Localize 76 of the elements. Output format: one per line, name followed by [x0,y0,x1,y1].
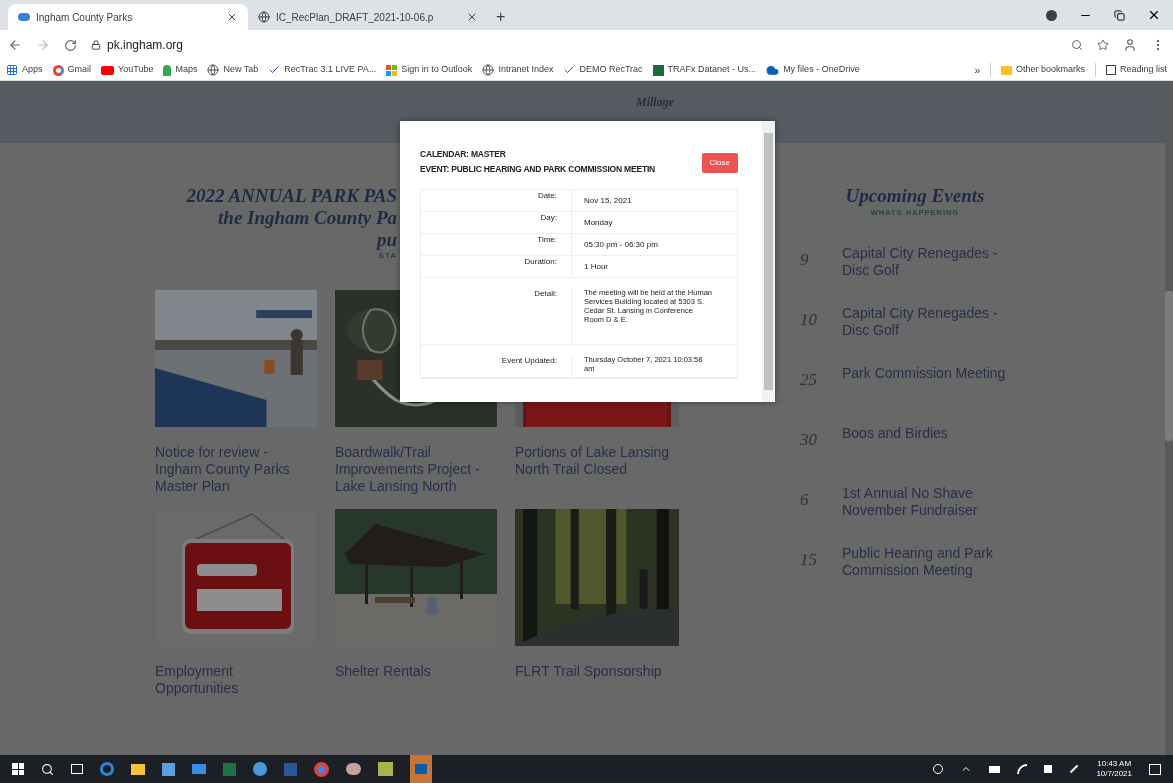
event-day: 6 [800,491,809,509]
star-icon[interactable] [1097,39,1109,51]
event-day: 30 [800,431,817,449]
bookmark-link[interactable]: Maps [163,63,198,77]
bookmark-link[interactable]: My files - OneDrive [766,63,860,77]
avatar-icon[interactable] [1123,38,1137,52]
overflow-button[interactable]: » [974,62,980,78]
notification-icon[interactable] [1149,763,1161,775]
row-value: Nov 15, 2021 [583,194,632,207]
tab-title: Ingham County Parks [36,10,134,25]
dialog-scrollbar[interactable] [762,121,775,402]
bookmark-link[interactable]: DEMO RecTrac [563,63,643,77]
list-icon [1105,65,1116,75]
row-value: 05:30 pm - 06:30 pm [583,238,658,251]
row-label: Time: [421,234,572,255]
event-day: 15 [800,551,817,569]
heading-text: the Ingham County Pa [218,207,397,229]
bookmark-link[interactable]: Sign in to Outlook [386,63,473,77]
row-value: Monday [583,216,613,229]
restore-icon[interactable] [1114,9,1125,21]
events-title: Upcoming Events [845,185,985,207]
bookmark-link[interactable]: New Tab [207,63,259,77]
windows-icon [386,64,398,76]
event-day: 25 [800,371,817,389]
video-icon [101,65,115,75]
row-label: Detail: [421,288,572,344]
heading-text: pu [376,229,397,251]
url-text: pk.ingham.org [107,37,184,54]
bookmark-link[interactable]: RecTrac 3.1 LIVE PA... [268,63,377,77]
bookmark-link[interactable]: Gmail [52,63,92,77]
browser-tab[interactable]: Ingham County Parks [8,4,248,30]
event-day: 9 [800,251,809,269]
apps-icon [6,64,18,76]
close-icon[interactable] [466,11,478,23]
reading-list-button[interactable]: Reading list [1105,63,1167,77]
bookmark-link[interactable]: Intranet Index [482,63,554,77]
row-label: Date: [421,190,572,211]
lock-icon [91,40,101,50]
reload-icon[interactable] [64,38,77,52]
heading-text: 2022 ANNUAL PARK PAS [186,185,397,207]
row-label: Event Updated: [421,355,572,377]
clock[interactable]: 10:43 AM 10/7/2021 [1096,759,1132,779]
close-icon[interactable] [1147,8,1161,22]
row-label: Day: [421,212,572,233]
battery-icon[interactable] [989,765,1001,773]
chrome-icon[interactable] [314,761,329,777]
task-view-icon[interactable] [71,764,83,774]
bookmark-link[interactable]: Apps [6,63,43,77]
calendar-title: CALENDAR: MASTER [420,148,507,161]
event-title: EVENT: PUBLIC HEARING AND PARK COMMISSION MEETIN [420,163,656,176]
bookmark-link[interactable]: TRAFx Datanet - Us... [652,63,757,77]
tab-title: IC_RecPlan_DRAFT_2021-10-06.p [276,10,435,25]
folder-icon[interactable] [131,763,145,775]
check-icon [563,64,576,76]
back-icon[interactable] [8,38,22,52]
pin-icon [163,64,172,76]
folder-icon [1000,65,1012,75]
new-tab-button[interactable]: + [488,4,514,30]
page-scrollbar[interactable] [1165,81,1173,755]
event-day: 10 [800,311,817,329]
subheading-text: STA [378,251,397,261]
close-icon[interactable] [226,11,238,23]
windows-icon[interactable] [12,763,24,775]
browser-icon[interactable] [100,762,114,776]
profile-icon[interactable] [1046,9,1057,21]
cloud-icon [766,63,780,77]
search-icon[interactable] [41,762,54,776]
logo-icon [652,64,664,76]
app-icon[interactable] [346,763,361,775]
bookmark-folder[interactable]: Other bookmarks [1000,63,1085,77]
address-bar[interactable]: pk.ingham.org [91,36,1109,54]
row-label: Duration: [421,256,572,277]
wifi-icon[interactable] [1017,764,1028,774]
bookmark-link[interactable]: YouTube [101,63,154,77]
check-icon [268,64,281,76]
row-value: 1 Hour [583,260,608,273]
